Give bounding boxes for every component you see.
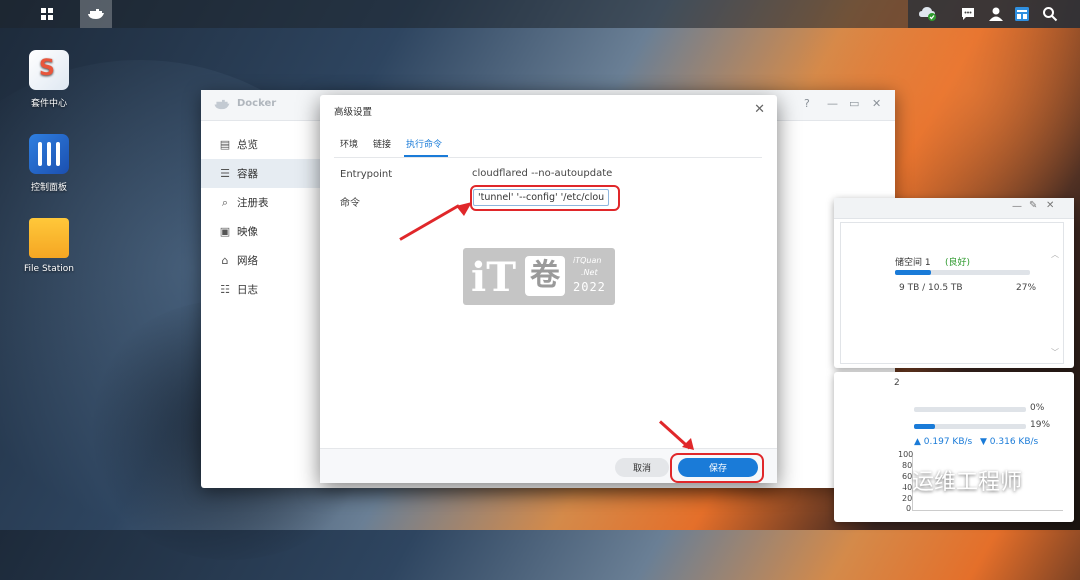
grid-icon [41,8,53,20]
dialog-title: 高级设置 [334,107,373,118]
cloud-sync-icon[interactable] [918,5,938,26]
docker-taskbar-button[interactable] [80,0,112,28]
docker-whale-icon [88,9,104,19]
upload-speed-value: 0.197 KB/s [923,437,973,447]
storage-usage-percent: 27% [1016,283,1037,293]
dialog-close-icon[interactable]: ✕ [754,102,765,117]
wechat-icon [873,468,905,491]
widgets-icon[interactable] [1014,6,1030,25]
user-icon[interactable] [988,6,1004,25]
sidebar-item-image[interactable]: ▣ 映像 [201,217,321,246]
scroll-up-icon[interactable]: ︿ [1051,249,1059,260]
watermark-line2: .Net [581,268,598,277]
close-widget-icon[interactable]: ✕ [1046,200,1054,211]
cancel-button[interactable]: 取消 [615,458,669,477]
advanced-settings-dialog: 高级设置 ✕ 环境 链接 执行命令 Entrypoint cloudflared… [320,95,777,483]
ram-usage-bar [914,424,1026,429]
sidebar-item-label: 注册表 [237,197,269,209]
desktop-icon-control-panel[interactable]: 控制面板 [9,134,89,193]
watermark-char: 卷 [525,256,565,296]
main-menu-button[interactable] [31,0,63,28]
package-center-icon: S [29,50,69,90]
storage-panel: 储空间 1 (良好) 9 TB / 10.5 TB 27% ︿ ﹀ [840,222,1064,364]
resource-header: 2 [894,378,900,388]
save-button[interactable]: 保存 [678,458,758,477]
search-icon[interactable] [1042,6,1058,25]
volume-status: (良好) [945,258,971,268]
close-button[interactable]: ✕ [872,97,881,110]
volume-label: 储空间 1 [895,258,931,268]
maximize-button[interactable]: ▭ [849,97,859,110]
command-highlight-annotation [470,185,620,211]
control-panel-icon [29,134,69,174]
sidebar-item-label: 网络 [237,255,258,267]
minimize-button[interactable]: — [827,97,838,110]
ram-usage-fill [914,424,936,429]
desktop-icon-label: File Station [24,264,74,274]
active-tab-indicator [404,155,448,157]
entrypoint-value: cloudflared --no-autoupdate [472,168,613,179]
brand-overlay: 运维工程师 [872,464,1022,496]
command-label: 命令 [340,198,360,209]
desktop-icon-file-station[interactable]: File Station [9,218,89,274]
docker-title: Docker [237,98,277,109]
brand-text: 运维工程师 [912,470,1023,495]
dialog-tabs: 环境 链接 执行命令 [334,127,762,158]
docker-sidebar: ▤ 总览 ☰ 容器 ⌕ 注册表 ▣ 映像 ⌂ 网络 ☷ 日志 [201,120,321,304]
sidebar-item-label: 容器 [237,168,258,180]
storage-usage-bar [895,270,1030,275]
entrypoint-label: Entrypoint [340,169,393,180]
overview-icon: ▤ [219,138,231,151]
storage-widget: — ✎ ✕ 储空间 1 (良好) 9 TB / 10.5 TB 27% ︿ ﹀ [834,198,1074,368]
arrowhead-icon [456,202,472,216]
cpu-usage-value: 0% [1030,403,1045,413]
arrowhead-icon [682,438,694,450]
watermark-main: iT [471,254,516,301]
upload-speed: ▲ 0.197 KB/s [914,437,973,447]
taskbar [0,0,1080,28]
network-icon: ⌂ [221,254,229,267]
log-icon: ☷ [220,283,230,296]
ram-usage-value: 19% [1030,420,1051,430]
chart-tick: 0 [906,504,912,513]
tab-environment[interactable]: 环境 [340,137,358,150]
itquan-watermark: iT 卷 iTQuan .Net 2022 [463,248,615,305]
desktop-icon-label: 控制面板 [30,183,67,193]
sidebar-item-label: 映像 [237,226,258,238]
folder-icon [29,218,69,258]
cpu-usage-bar [914,407,1026,412]
download-speed: ▼ 0.316 KB/s [980,437,1039,447]
desktop-icon-package-center[interactable]: S 套件中心 [9,50,89,109]
storage-usage-text: 9 TB / 10.5 TB [899,283,963,293]
tab-execute-command[interactable]: 执行命令 [406,137,442,150]
sidebar-item-overview[interactable]: ▤ 总览 [201,130,321,159]
image-icon: ▣ [219,225,231,238]
desktop-icon-label: 套件中心 [30,99,67,109]
watermark-year: 2022 [573,280,606,294]
storage-usage-fill [895,270,932,275]
chart-tick: 100 [898,450,914,459]
widget-header: — ✎ ✕ [834,198,1074,219]
dialog-footer: 取消 保存 [320,448,777,483]
tab-links[interactable]: 链接 [373,137,391,150]
sidebar-item-log[interactable]: ☷ 日志 [201,275,321,304]
resource-monitor-widget: 2 0% 19% ▲ 0.197 KB/s ▼ 0.316 KB/s 100 8… [834,372,1074,522]
watermark-line1: iTQuan [573,256,602,265]
registry-icon: ⌕ [221,195,229,209]
sidebar-item-label: 日志 [237,284,258,296]
pin-icon[interactable]: ✎ [1029,200,1037,211]
docker-whale-icon [214,99,230,110]
scroll-down-icon[interactable]: ﹀ [1051,347,1059,358]
sidebar-item-registry[interactable]: ⌕ 注册表 [201,188,321,217]
minimize-widget-icon[interactable]: — [1012,201,1022,212]
sidebar-item-network[interactable]: ⌂ 网络 [201,246,321,275]
taskbar-tray [908,0,1080,28]
download-speed-value: 0.316 KB/s [989,437,1039,447]
help-button[interactable]: ? [804,97,810,110]
sidebar-item-container[interactable]: ☰ 容器 [201,159,321,188]
notification-icon[interactable] [960,6,976,25]
container-icon: ☰ [220,167,230,180]
sidebar-item-label: 总览 [237,139,258,151]
